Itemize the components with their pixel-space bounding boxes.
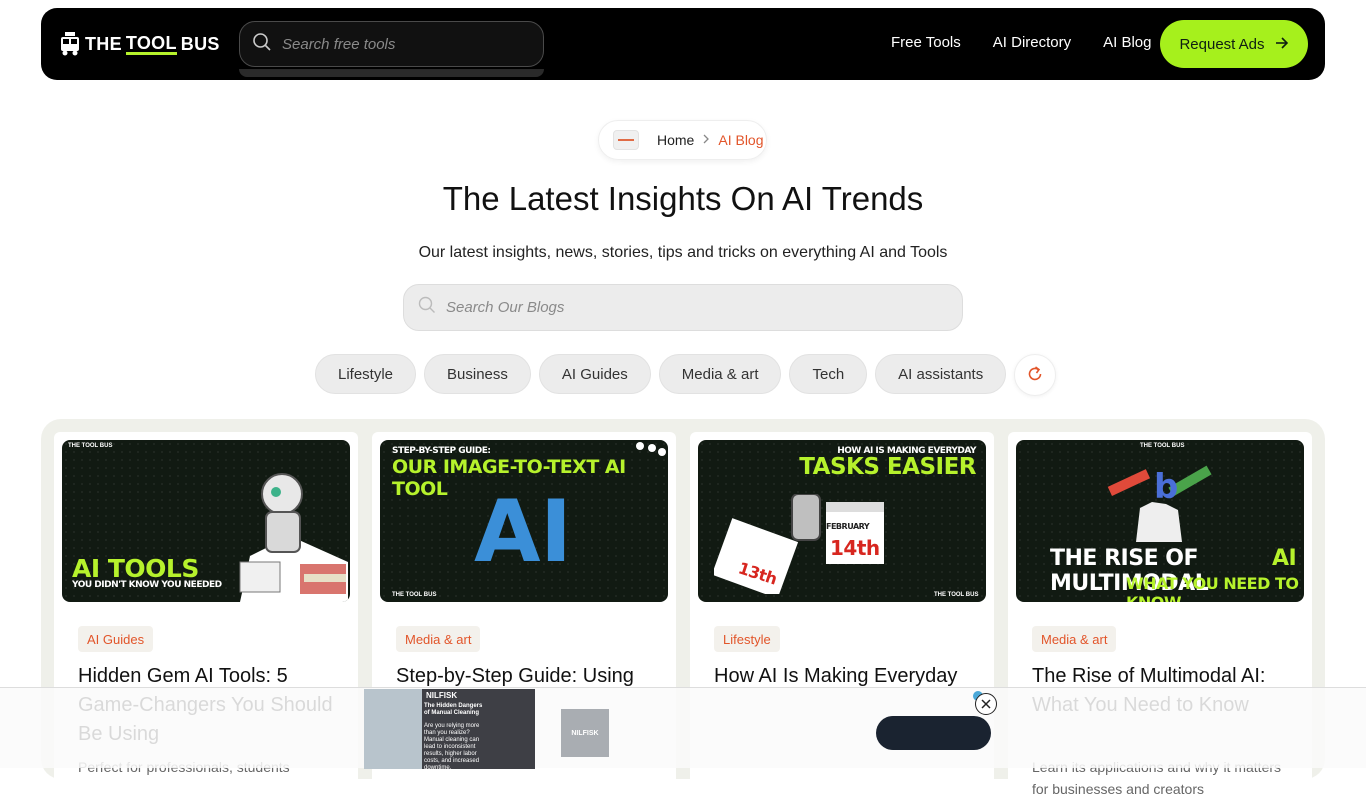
ad-brand-text: NILFISK <box>426 691 458 700</box>
blog-card-category[interactable]: Media & art <box>1032 626 1117 652</box>
image-headline: TASKS EASIER <box>799 454 976 480</box>
blog-search-input[interactable] <box>446 299 926 316</box>
request-ads-label: Request Ads <box>1179 35 1265 53</box>
nav-search-underlay <box>239 69 544 77</box>
blog-card-category[interactable]: Lifestyle <box>714 626 780 652</box>
chevron-right-icon <box>702 133 710 147</box>
ad-cta-button[interactable] <box>876 716 991 750</box>
image-headline: AI TOOLS <box>72 554 199 583</box>
category-chip-lifestyle[interactable]: Lifestyle <box>315 354 417 394</box>
category-chip-tech[interactable]: Tech <box>789 354 868 394</box>
image-brand: THE TOOL BUS <box>68 443 113 449</box>
multimodal-hand-illustration: b <box>1107 465 1212 542</box>
ad-logo[interactable]: NILFISK <box>561 709 609 757</box>
search-icon <box>252 32 272 57</box>
nav-link-ai-blog[interactable]: AI Blog <box>1103 34 1151 51</box>
image-brand: THE TOOL BUS <box>392 592 437 598</box>
category-chip-ai-assistants[interactable]: AI assistants <box>875 354 1007 394</box>
breadcrumb: Home AI Blog <box>598 120 767 160</box>
reset-filter-button[interactable] <box>1014 354 1057 396</box>
ad-banner: NILFISK The Hidden Dangers of Manual Cle… <box>0 687 1366 769</box>
image-brand: THE TOOL BUS <box>934 592 979 598</box>
image-calendar-day: 14th <box>830 536 880 560</box>
nav-search-box <box>239 21 544 67</box>
logo-text-tool: TOOL <box>125 32 177 55</box>
image-headline-ai: AI <box>1272 546 1297 571</box>
image-subline: WHAT YOU NEED TO KNOW <box>1126 574 1299 602</box>
blog-card-category[interactable]: Media & art <box>396 626 481 652</box>
page-subtitle: Our latest insights, news, stories, tips… <box>418 244 948 261</box>
category-chip-business[interactable]: Business <box>424 354 531 394</box>
nav-link-ai-directory[interactable]: AI Directory <box>993 34 1071 51</box>
ad-body: Are you relying more than you realize? M… <box>424 723 480 769</box>
nav-links: Free Tools AI Directory AI Blog <box>891 34 1152 51</box>
category-chip-media-art[interactable]: Media & art <box>658 354 782 394</box>
nav-link-free-tools[interactable]: Free Tools <box>891 34 961 51</box>
svg-text:b: b <box>1154 467 1178 507</box>
blog-card-image: THE TOOL BUS b THE RISE OF MULTIMODAL AI… <box>1016 440 1304 602</box>
image-brand: THE TOOL BUS <box>1140 443 1185 449</box>
image-subline: STEP-BY-STEP GUIDE: <box>392 446 491 456</box>
logo-text-bus: BUS <box>180 33 220 54</box>
breadcrumb-thumbnail <box>613 130 639 150</box>
search-icon <box>418 296 436 319</box>
image-calendar-month: FEBRUARY <box>826 522 870 531</box>
arrow-right-icon <box>1275 36 1289 53</box>
blog-card-image: STEP-BY-STEP GUIDE: OUR IMAGE-TO-TEXT AI… <box>380 440 668 602</box>
nav-search-input[interactable] <box>282 35 522 53</box>
logo-text-the: THE <box>85 33 122 54</box>
category-filter: Lifestyle Business AI Guides Media & art… <box>315 354 1057 396</box>
blog-card-image: THE TOOL BUS AI TOOLS YOU DIDN'T KNOW YO… <box>62 440 350 602</box>
blog-card-image: HOW AI IS MAKING EVERYDAY TASKS EASIER F… <box>698 440 986 602</box>
site-logo[interactable]: THE TOOL BUS <box>59 30 220 58</box>
ad-image[interactable]: NILFISK The Hidden Dangers of Manual Cle… <box>364 689 535 769</box>
image-subline: YOU DIDN'T KNOW YOU NEEDED <box>72 580 222 590</box>
ad-headline: The Hidden Dangers of Manual Cleaning <box>424 703 483 716</box>
image-ai-letters: AI <box>474 482 572 582</box>
breadcrumb-current: AI Blog <box>718 132 764 148</box>
bus-icon <box>59 31 81 57</box>
request-ads-button[interactable]: Request Ads <box>1160 20 1308 68</box>
refresh-icon <box>1025 364 1045 387</box>
breadcrumb-home[interactable]: Home <box>657 132 694 148</box>
category-chip-ai-guides[interactable]: AI Guides <box>538 354 651 394</box>
top-navbar: THE TOOL BUS Free Tools AI Directory AI … <box>41 8 1325 80</box>
blog-search-box <box>403 284 963 331</box>
close-icon[interactable] <box>975 693 997 715</box>
page-title: The Latest Insights On AI Trends <box>442 180 924 217</box>
robot-illustration <box>239 473 348 602</box>
ad-logo-text: NILFISK <box>571 729 599 737</box>
blog-card-category[interactable]: AI Guides <box>78 626 154 652</box>
decor-dots <box>636 442 666 456</box>
